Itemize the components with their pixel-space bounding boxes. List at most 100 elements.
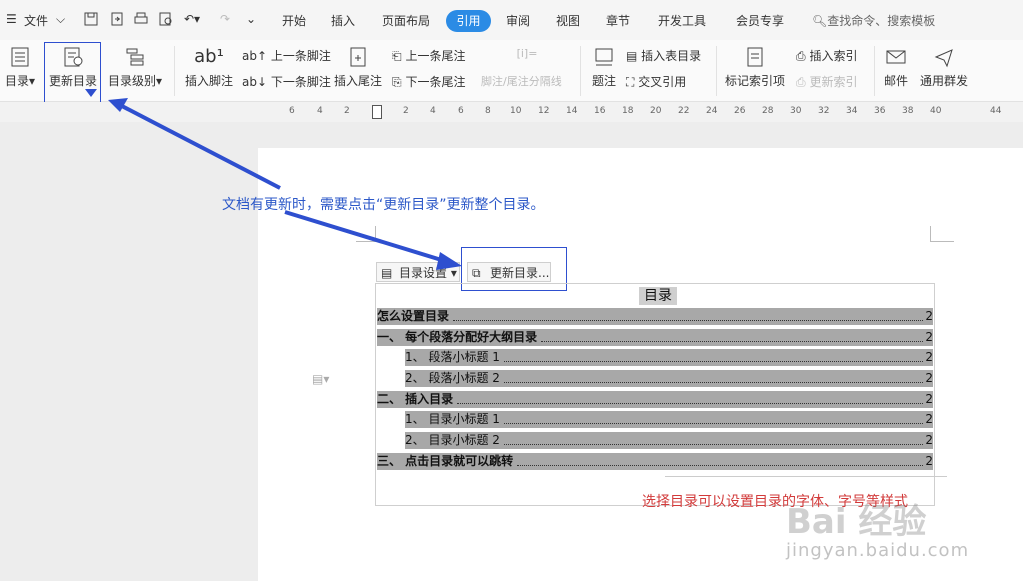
toc-entry-text: 1、 目录小标题 1	[405, 412, 500, 426]
ruler-tick: 26	[734, 106, 746, 116]
tab-references[interactable]: 引用	[446, 10, 491, 32]
save-icon[interactable]	[84, 12, 98, 29]
toc-entry[interactable]: 1、 段落小标题 1 2	[405, 349, 933, 366]
toc-leader	[503, 436, 923, 445]
toc-level-button[interactable]: 目录级别▾	[104, 46, 166, 89]
ruler-tick: 22	[678, 106, 690, 116]
toc-page-number: 2	[925, 454, 933, 468]
ruler-tick: 38	[902, 106, 914, 116]
caption-icon	[595, 48, 613, 66]
toc-leader	[453, 312, 923, 321]
file-menu[interactable]: 文件	[24, 12, 48, 29]
ribbon: 目录▾ 更新目录 目录级别▾ ab¹ 插入脚注 ab↑ 上一条脚注 ab↓ 下一…	[0, 40, 1023, 102]
chevron-down-icon[interactable]: ⌵	[56, 12, 65, 27]
toc-entry[interactable]: 怎么设置目录 2	[377, 308, 933, 325]
endnote-icon	[350, 47, 366, 67]
toc-entry-text: 二、 插入目录	[377, 392, 454, 406]
tab-home[interactable]: 开始	[282, 12, 306, 29]
tab-layout[interactable]: 页面布局	[382, 12, 430, 29]
ruler-tick: 20	[650, 106, 662, 116]
more-icon[interactable]: ⌄	[246, 12, 256, 26]
separator-icon: [i]=	[516, 47, 538, 60]
toc-page-number: 2	[925, 412, 933, 426]
ruler-tick: 18	[622, 106, 634, 116]
ruler-tick: 8	[485, 106, 491, 116]
ruler-tick: 30	[790, 106, 802, 116]
export-icon[interactable]	[110, 12, 124, 29]
toc-leader	[503, 415, 923, 424]
footnote-separator-button[interactable]: 脚注/尾注分隔线	[481, 73, 562, 89]
prev-endnote-button[interactable]: ⎗ 上一条尾注	[392, 47, 465, 64]
toc-level-icon	[126, 48, 144, 66]
ruler-tick: 40	[930, 106, 942, 116]
toc-entry-text: 2、 目录小标题 2	[405, 433, 500, 447]
redo-icon[interactable]: ↷	[220, 12, 230, 26]
toc-entry[interactable]: 二、 插入目录 2	[377, 391, 933, 408]
next-footnote-button[interactable]: ab↓ 下一条脚注	[242, 73, 331, 90]
toc-page-number: 2	[925, 330, 933, 344]
search-input[interactable]: 查找命令、搜索模板	[827, 14, 935, 28]
horizontal-ruler[interactable]: 6 4 2 2 4 6 8 10 12 14 16 18 20 22 24 26 28 30 32 34 36 38 40 4…	[0, 102, 1023, 122]
toc-entry[interactable]: 2、 目录小标题 2 2	[405, 432, 933, 449]
toc-entry[interactable]: 三、 点击目录就可以跳转 2	[377, 453, 933, 470]
insert-index-button[interactable]: ⎙ 插入索引	[796, 47, 857, 64]
toc-entry[interactable]: 1、 目录小标题 1 2	[405, 411, 933, 428]
ruler-tick: 14	[566, 106, 578, 116]
prev-footnote-icon: ab↑	[242, 49, 268, 63]
ruler-tick: 4	[317, 106, 323, 116]
toc-entry[interactable]: 2、 段落小标题 2 2	[405, 370, 933, 387]
tab-view[interactable]: 视图	[556, 12, 580, 29]
update-index-icon: ⎙	[796, 75, 806, 89]
ruler-tick: 6	[289, 106, 295, 116]
ruler-tick: 2	[403, 106, 409, 116]
toc-settings-icon: ▤	[381, 266, 393, 280]
tab-review[interactable]: 审阅	[506, 12, 530, 29]
ruler-tick: 2	[344, 106, 350, 116]
tab-member[interactable]: 会员专享	[736, 12, 784, 29]
update-index-button[interactable]: ⎙ 更新索引	[796, 73, 857, 90]
print-icon[interactable]	[134, 12, 148, 29]
crop-mark-top-right	[930, 226, 954, 242]
next-endnote-icon: ⎘	[392, 75, 402, 89]
insert-endnote-button[interactable]: 插入尾注	[330, 46, 386, 89]
hamburger-icon[interactable]: ☰	[6, 12, 17, 26]
insert-footnote-button[interactable]: ab¹ 插入脚注	[182, 46, 236, 89]
paragraph-menu-icon[interactable]: ▤▾	[312, 372, 329, 386]
mass-mail-button[interactable]: 通用群发	[916, 46, 972, 89]
ruler-tick: 44	[990, 106, 1002, 116]
tab-developer[interactable]: 开发工具	[658, 12, 706, 29]
toc-entry-text: 三、 点击目录就可以跳转	[377, 454, 514, 468]
command-search[interactable]: 🔍︎查找命令、搜索模板	[812, 12, 935, 29]
ribbon-divider	[874, 46, 875, 96]
toc-title: 目录	[639, 287, 677, 305]
tab-insert[interactable]: 插入	[331, 12, 355, 29]
caption-button[interactable]: 题注	[586, 46, 622, 89]
toc-update-icon: ⧉	[472, 266, 481, 280]
mark-index-icon	[747, 47, 763, 67]
prev-footnote-button[interactable]: ab↑ 上一条脚注	[242, 47, 331, 64]
toc-leader	[457, 395, 923, 404]
tab-chapter[interactable]: 章节	[606, 12, 630, 29]
table-of-figures-icon: ▤	[626, 49, 638, 63]
ruler-tick: 24	[706, 106, 718, 116]
undo-icon[interactable]: ↶▾	[184, 12, 200, 26]
insert-index-icon: ⎙	[796, 49, 806, 63]
toc-button[interactable]: 目录▾	[2, 46, 38, 89]
toc-settings-button[interactable]: ▤ 目录设置 ▾	[376, 262, 460, 282]
ruler-tick: 36	[874, 106, 886, 116]
insert-table-of-figures-button[interactable]: ▤ 插入表目录	[626, 47, 701, 64]
toc-entry-text: 怎么设置目录	[377, 309, 450, 323]
toc-leader	[541, 333, 923, 342]
toc-entry-text: 2、 段落小标题 2	[405, 371, 500, 385]
toc-entry[interactable]: 一、 每个段落分配好大纲目录 2	[377, 329, 933, 346]
toc-leader	[503, 374, 923, 383]
cross-reference-button[interactable]: ⛶ 交叉引用	[626, 73, 686, 90]
ruler-tick: 4	[430, 106, 436, 116]
mail-button[interactable]: 邮件	[880, 46, 912, 89]
mark-index-entry-button[interactable]: 标记索引项	[722, 46, 788, 89]
toc-update-button[interactable]: ⧉ 更新目录...	[467, 262, 551, 282]
print-preview-icon[interactable]	[159, 12, 173, 29]
next-endnote-button[interactable]: ⎘ 下一条尾注	[392, 73, 465, 90]
indent-marker[interactable]	[372, 105, 382, 119]
baidu-watermark-logo: Bai 经验	[786, 502, 927, 542]
